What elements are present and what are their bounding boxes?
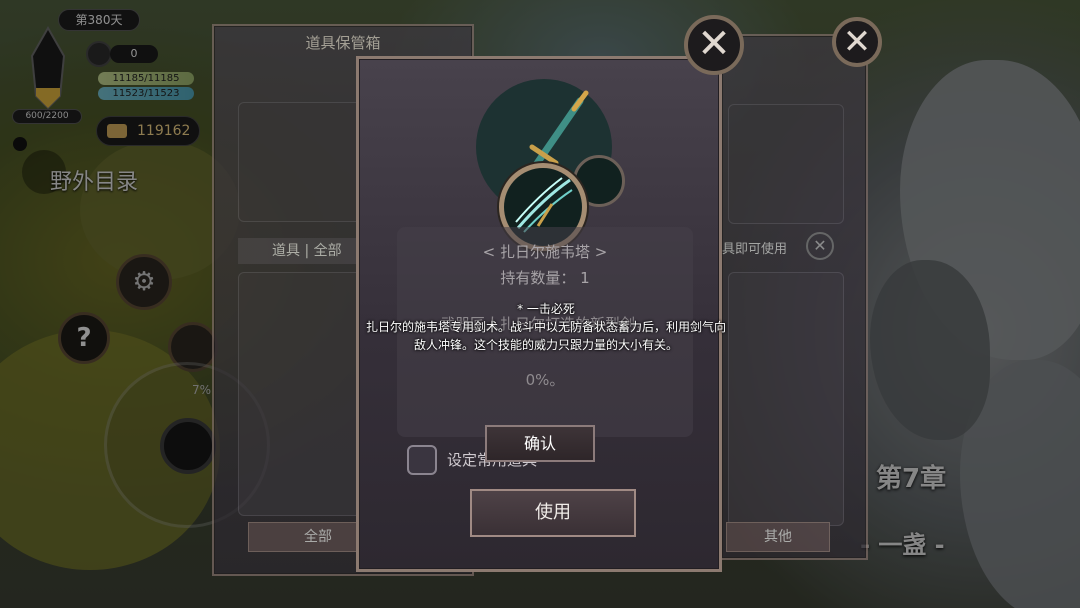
item-description-line: 0%。 bbox=[525, 371, 565, 389]
item-count: 持有数量： 1 bbox=[500, 269, 590, 287]
use-button[interactable]: 使用 bbox=[470, 489, 636, 537]
usage-hint: 具即可使用 bbox=[722, 242, 788, 257]
confirm-button[interactable]: 确认 bbox=[485, 425, 595, 462]
favorite-checkbox[interactable] bbox=[407, 445, 437, 475]
tooltip-text: 敌人冲锋。这个技能的威力只跟力量的大小有关。 bbox=[413, 338, 678, 352]
close-button[interactable]: ✕ bbox=[684, 15, 744, 75]
filter-other-button[interactable]: 其他 bbox=[726, 522, 830, 552]
close-button[interactable]: ✕ bbox=[832, 17, 882, 67]
skill-tooltip: * 一击必死 扎日尔的施韦塔专用剑术。战斗中以无防备状态蓄力后，利用剑气向 敌人… bbox=[340, 300, 752, 354]
item-name: < 扎日尔施韦塔 > bbox=[482, 243, 608, 261]
tooltip-text: 扎日尔的施韦塔专用剑术。战斗中以无防备状态蓄力后，利用剑气向 bbox=[365, 320, 726, 334]
panel-title: 道具保管箱 bbox=[305, 34, 381, 52]
inventory-panel: 具即可使用 ✕ 其他 bbox=[720, 34, 868, 560]
tooltip-title: * 一击必死 bbox=[517, 302, 575, 316]
item-slot bbox=[728, 104, 844, 224]
close-icon[interactable]: ✕ bbox=[806, 232, 834, 260]
